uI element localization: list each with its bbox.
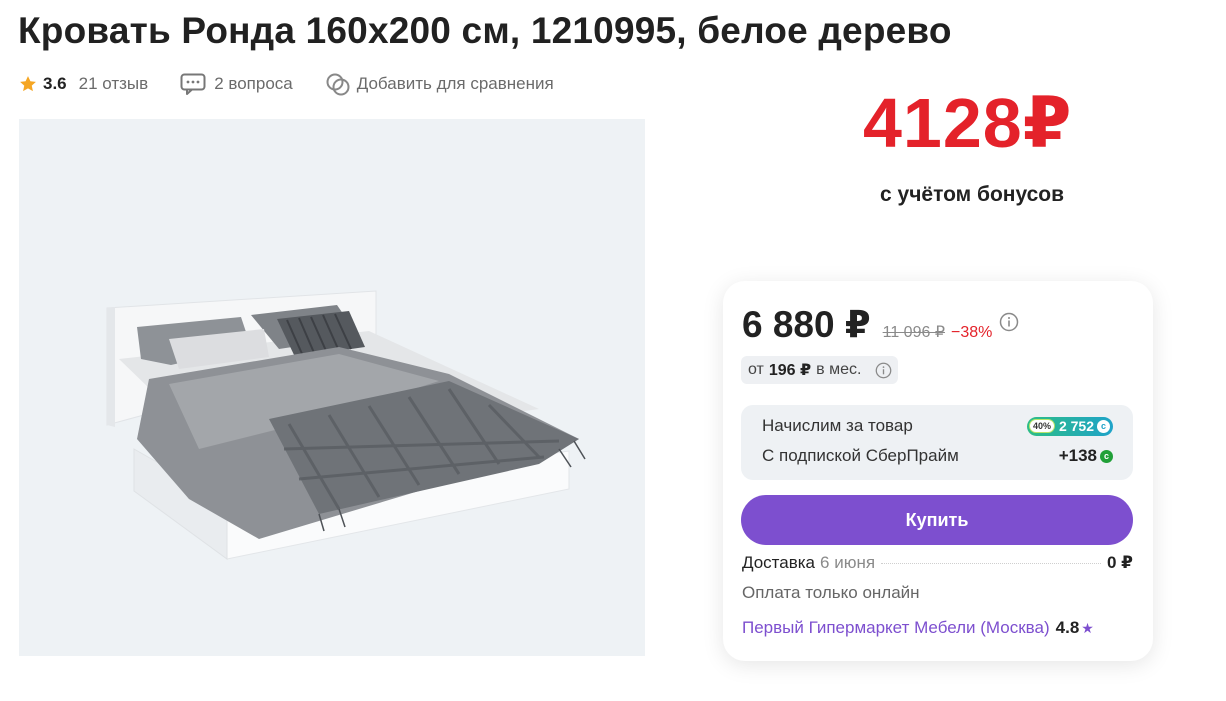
questions-link[interactable]: 2 вопроса xyxy=(180,73,293,95)
bonus-row: Начислим за товар 40% 2 752 с xyxy=(762,416,1113,436)
seller-row: Первый Гипермаркет Мебели (Москва) 4.8 ★ xyxy=(742,618,1094,638)
bonus-label: Начислим за товар xyxy=(762,416,913,435)
delivery-cost: 0 ₽ xyxy=(1106,553,1133,572)
reviews-link[interactable]: 21 отзыв xyxy=(79,74,149,94)
prime-value: +138 xyxy=(1058,446,1097,465)
offer-card: 6 880 ₽ 11 096 ₽ −38% от 196 ₽ в мес. На… xyxy=(723,281,1153,661)
bonus-box: Начислим за товар 40% 2 752 с С подписко… xyxy=(741,405,1133,480)
bonus-percent: 40% xyxy=(1028,419,1055,433)
installment-info-icon[interactable] xyxy=(875,362,892,379)
product-title: Кровать Ронда 160х200 см, 1210995, белое… xyxy=(18,10,952,51)
installment-prefix: от xyxy=(748,361,764,378)
rating-link[interactable]: 3.6 xyxy=(18,74,67,94)
seller-star-icon: ★ xyxy=(1081,619,1094,636)
price-row: 6 880 ₽ 11 096 ₽ −38% xyxy=(742,303,1019,346)
buy-button[interactable]: Купить xyxy=(741,495,1133,545)
star-icon xyxy=(20,76,36,92)
info-icon[interactable] xyxy=(999,312,1019,337)
payment-note: Оплата только онлайн xyxy=(742,583,920,602)
prime-bonus: +138 с xyxy=(1059,446,1113,466)
chat-icon xyxy=(180,73,206,95)
old-price: 11 096 ₽ xyxy=(882,324,945,341)
promo-price: 4128₽ xyxy=(863,84,1073,162)
installment-suffix: в мес. xyxy=(816,361,862,378)
delivery-row: Доставка 6 июня 0 ₽ xyxy=(742,553,1133,573)
discount-percent: −38% xyxy=(951,324,993,341)
compare-icon xyxy=(326,73,350,96)
promo-price-subtitle: с учётом бонусов xyxy=(880,183,1065,206)
delivery-date: 6 июня xyxy=(820,553,876,572)
product-meta-row: 3.6 21 отзыв 2 вопроса Добавить для срав… xyxy=(18,72,554,96)
bed-image xyxy=(106,290,586,560)
product-photo[interactable] xyxy=(19,119,645,656)
installment-amount: 196 ₽ xyxy=(768,362,812,379)
current-price: 6 880 ₽ xyxy=(742,304,871,345)
compare-link[interactable]: Добавить для сравнения xyxy=(325,72,554,96)
rating-value: 3.6 xyxy=(43,74,67,93)
bonus-badge[interactable]: 40% 2 752 с xyxy=(1026,416,1113,436)
prime-coin-icon: с xyxy=(1100,449,1113,463)
delivery-dots xyxy=(881,563,1101,564)
installment-badge[interactable]: от 196 ₽ в мес. xyxy=(741,356,899,384)
bonus-coin-icon: с xyxy=(1097,419,1110,433)
seller-link[interactable]: Первый Гипермаркет Мебели (Москва) xyxy=(742,618,1050,638)
seller-rating: 4.8 xyxy=(1055,618,1080,637)
compare-label: Добавить для сравнения xyxy=(356,74,554,93)
prime-row: С подпиской СберПрайм +138 с xyxy=(762,446,1113,466)
bonus-value: 2 752 xyxy=(1058,418,1094,434)
prime-label: С подпиской СберПрайм xyxy=(762,446,959,465)
questions-label: 2 вопроса xyxy=(214,74,293,93)
delivery-label: Доставка xyxy=(742,553,816,572)
